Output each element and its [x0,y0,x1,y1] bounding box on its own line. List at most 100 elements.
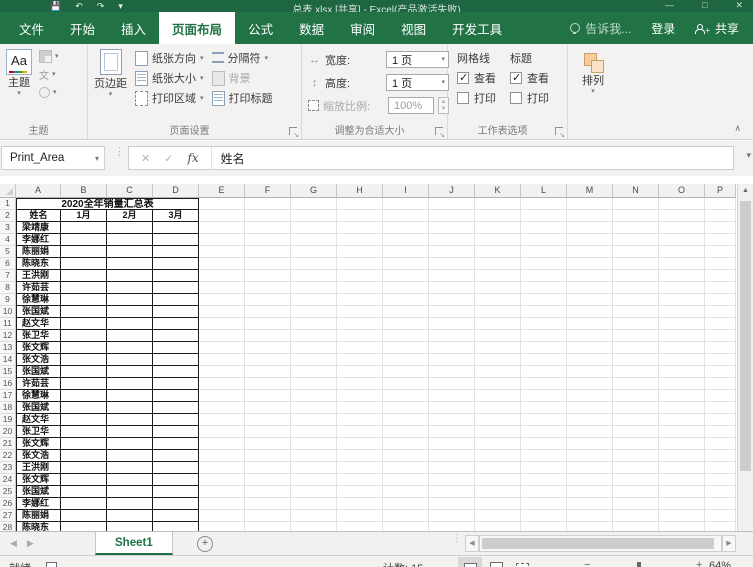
cell[interactable] [613,342,659,354]
sign-in-button[interactable]: 登录 [641,12,685,44]
cell[interactable] [659,294,705,306]
margins-button[interactable]: 页边距 ▾ [90,47,131,100]
cell[interactable] [291,294,337,306]
cell[interactable] [383,258,429,270]
cell[interactable] [107,294,153,306]
gridlines-view-checkbox[interactable]: 查看 [457,70,496,86]
cell[interactable] [429,342,475,354]
cell[interactable] [659,330,705,342]
cell[interactable] [659,222,705,234]
cell[interactable] [383,342,429,354]
cell[interactable] [567,450,613,462]
cell[interactable] [107,258,153,270]
cell[interactable] [429,234,475,246]
zoom-level[interactable]: 64% [709,560,731,567]
cell[interactable] [153,246,199,258]
cell[interactable] [521,306,567,318]
cell[interactable] [659,510,705,522]
cell[interactable] [705,402,736,414]
cell[interactable] [61,378,107,390]
cell[interactable] [107,270,153,282]
cell[interactable] [107,474,153,486]
scroll-left-icon[interactable]: ◀ [465,535,479,552]
cell[interactable] [659,282,705,294]
cell[interactable] [337,378,383,390]
formula-bar-resize-handle[interactable]: ⋮ [114,147,125,158]
cell[interactable] [199,450,245,462]
cell[interactable] [613,390,659,402]
cell[interactable] [337,210,383,222]
cell[interactable] [613,198,659,210]
dialog-launcher-icon[interactable] [555,127,565,139]
table-header-cell[interactable]: 姓名 [16,210,61,222]
cell[interactable] [199,390,245,402]
cell[interactable] [475,474,521,486]
cell[interactable] [521,486,567,498]
cell[interactable] [107,450,153,462]
cell[interactable] [153,402,199,414]
row-header-18[interactable]: 18 [0,402,16,414]
cell[interactable] [659,378,705,390]
cell[interactable] [383,426,429,438]
cell[interactable] [613,234,659,246]
cell[interactable] [613,318,659,330]
cell[interactable] [613,258,659,270]
cell[interactable] [107,426,153,438]
cell[interactable] [107,378,153,390]
cell[interactable] [245,402,291,414]
cell[interactable] [567,522,613,531]
cell[interactable] [429,474,475,486]
row-header-15[interactable]: 15 [0,366,16,378]
cell[interactable] [567,210,613,222]
cell[interactable] [199,426,245,438]
cell[interactable] [153,498,199,510]
cell[interactable] [245,222,291,234]
cell[interactable] [199,282,245,294]
height-combobox[interactable]: 1 页 ▾ [385,74,449,91]
cell[interactable] [61,438,107,450]
cell[interactable] [107,282,153,294]
cell[interactable] [429,438,475,450]
formula-value[interactable]: 姓名 [212,150,245,167]
cell[interactable] [337,270,383,282]
cell[interactable] [245,498,291,510]
cell[interactable] [429,414,475,426]
cell[interactable] [613,498,659,510]
cell[interactable] [61,234,107,246]
cell[interactable] [337,402,383,414]
cell[interactable] [705,258,736,270]
cell[interactable] [521,510,567,522]
cell[interactable] [61,366,107,378]
cell[interactable] [107,366,153,378]
name-cell[interactable]: 赵文华 [16,318,61,330]
cell[interactable] [337,438,383,450]
cell[interactable] [245,342,291,354]
row-header-26[interactable]: 26 [0,498,16,510]
cell[interactable] [567,462,613,474]
cell[interactable] [61,258,107,270]
cell[interactable] [475,462,521,474]
cell[interactable] [567,342,613,354]
cell[interactable] [613,306,659,318]
cell[interactable] [199,510,245,522]
cell[interactable] [383,366,429,378]
cell[interactable] [613,510,659,522]
cell[interactable] [61,330,107,342]
cell[interactable] [61,474,107,486]
cell[interactable] [245,234,291,246]
cell[interactable] [61,450,107,462]
tell-me-box[interactable]: 告诉我... [560,12,641,44]
cell[interactable] [429,258,475,270]
cell[interactable] [475,414,521,426]
cell[interactable] [383,246,429,258]
cell[interactable] [337,246,383,258]
cell[interactable] [659,234,705,246]
cell[interactable] [245,306,291,318]
cell[interactable] [705,474,736,486]
cell[interactable] [245,450,291,462]
breaks-button[interactable]: 分隔符 ▾ [208,48,277,68]
cell[interactable] [245,378,291,390]
cell[interactable] [521,270,567,282]
cell[interactable] [153,474,199,486]
cell[interactable] [475,390,521,402]
